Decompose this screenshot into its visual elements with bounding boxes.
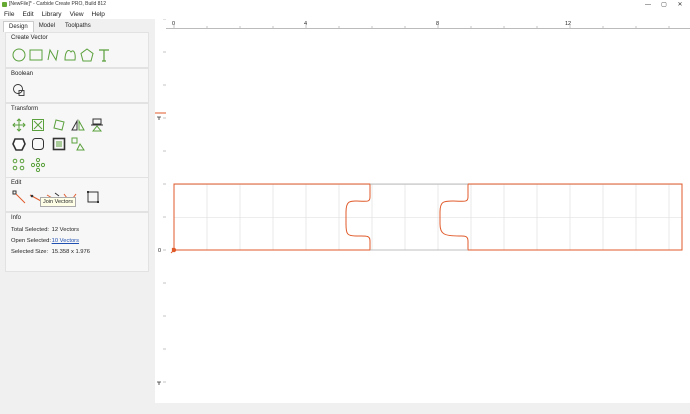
stock-grid (174, 184, 682, 250)
polyline-icon (47, 48, 59, 62)
create-vector-header: Create Vector (11, 35, 48, 41)
boolean-section: Boolean (5, 68, 149, 103)
open-selected-row: Open Selected: 10 Vectors (11, 238, 79, 244)
selected-size-value: 15.358 x 1.976 (51, 249, 90, 255)
horizontal-ruler-marks: 0 4 8 12 (172, 21, 670, 28)
horizontal-ruler: 0 4 8 12 (166, 19, 690, 29)
design-area: 0 0 4 8 12 (155, 18, 690, 414)
circular-array-icon (31, 158, 45, 172)
rectangle-tool-button[interactable] (29, 48, 43, 62)
info-header: Info (11, 215, 22, 221)
hruler-label-8: 8 (436, 21, 439, 27)
tab-model[interactable]: Model (34, 21, 60, 31)
scale-icon (32, 119, 44, 131)
align-button[interactable] (90, 118, 104, 132)
pentagon-icon (80, 48, 94, 62)
tab-design[interactable]: Design (3, 21, 34, 32)
app-icon (2, 2, 7, 7)
menu-bar: File Edit Library View Help (0, 9, 690, 19)
right-part-vector (439, 183, 683, 251)
close-vector-icon (87, 191, 99, 203)
boolean-union-button[interactable] (12, 83, 26, 97)
mirror-icon (71, 119, 85, 131)
open-selected-label: Open Selected: (11, 238, 51, 244)
circle-icon (12, 48, 26, 62)
hruler-label-12: 12 (565, 21, 571, 27)
rotate-button[interactable] (52, 118, 66, 132)
move-icon (12, 118, 26, 132)
info-section: Info Total Selected: 12 Vectors Open Sel… (5, 212, 149, 272)
menu-library[interactable]: Library (42, 11, 62, 18)
join-vectors-tooltip: Join Vectors (40, 197, 76, 207)
open-selected-link[interactable]: 10 Vectors (52, 238, 79, 244)
create-vector-section: Create Vector (5, 32, 149, 68)
menu-view[interactable]: View (70, 11, 84, 18)
total-selected-label: Total Selected: (11, 227, 50, 233)
move-button[interactable] (12, 118, 26, 132)
inset-button[interactable] (52, 137, 66, 151)
polygon-tool-button[interactable] (80, 48, 94, 62)
circular-array-button[interactable] (31, 158, 45, 172)
left-part-vector (173, 183, 371, 251)
transform-header: Transform (11, 106, 39, 112)
mirror-button[interactable] (71, 118, 85, 132)
curve-tool-button[interactable] (63, 48, 77, 62)
node-edit-button[interactable] (12, 190, 26, 204)
fillet-icon (32, 138, 44, 150)
drawing-canvas-svg (170, 183, 683, 254)
grid-array-icon (12, 158, 25, 171)
menu-edit[interactable]: Edit (22, 11, 33, 18)
hruler-label-4: 4 (304, 21, 307, 27)
offset-button[interactable] (12, 137, 26, 151)
array-icon (71, 137, 85, 151)
curve-icon (64, 50, 76, 61)
edit-section: Edit (5, 177, 149, 212)
grid-array-button[interactable] (12, 158, 26, 172)
boolean-header: Boolean (11, 71, 34, 77)
fillet-button[interactable] (31, 137, 45, 151)
tab-toolpaths[interactable]: Toolpaths (60, 21, 96, 31)
vruler-label-0: 0 (158, 248, 161, 254)
array-button[interactable] (71, 137, 85, 151)
selected-size-label: Selected Size: (11, 249, 49, 255)
offset-icon (12, 138, 26, 151)
origin-marker (170, 247, 177, 254)
total-selected-row: Total Selected: 12 Vectors (11, 227, 79, 233)
vertical-ruler-marks: 0 (155, 18, 166, 385)
rotate-icon (53, 119, 65, 131)
menu-file[interactable]: File (4, 11, 14, 18)
text-icon (99, 49, 109, 62)
rectangle-icon (29, 49, 43, 61)
drawing-canvas[interactable] (166, 29, 690, 403)
close-button[interactable]: ✕ (672, 0, 688, 9)
window-title: [NewFile]* - Carbide Create PRO, Build 8… (9, 1, 106, 7)
mode-tabs: Design Model Toolpaths (3, 21, 96, 32)
left-panel: Design Model Toolpaths Create Vector Boo… (0, 19, 153, 414)
scale-button[interactable] (31, 118, 45, 132)
title-bar: [NewFile]* - Carbide Create PRO, Build 8… (0, 0, 690, 9)
polyline-tool-button[interactable] (46, 48, 60, 62)
boolean-union-icon (13, 84, 25, 96)
total-selected-value: 12 Vectors (51, 227, 80, 233)
close-vector-button[interactable] (86, 190, 100, 204)
selected-size-row: Selected Size: 15.358 x 1.976 (11, 249, 90, 255)
align-icon (91, 118, 103, 132)
circle-tool-button[interactable] (12, 48, 26, 62)
hruler-label-0: 0 (172, 21, 175, 27)
menu-help[interactable]: Help (92, 11, 105, 18)
maximize-button[interactable]: ▢ (656, 0, 672, 9)
inset-icon (52, 137, 66, 151)
text-tool-button[interactable] (97, 48, 111, 62)
node-edit-icon (12, 190, 26, 204)
minimize-button[interactable]: — (640, 0, 656, 9)
edit-header: Edit (11, 180, 22, 186)
